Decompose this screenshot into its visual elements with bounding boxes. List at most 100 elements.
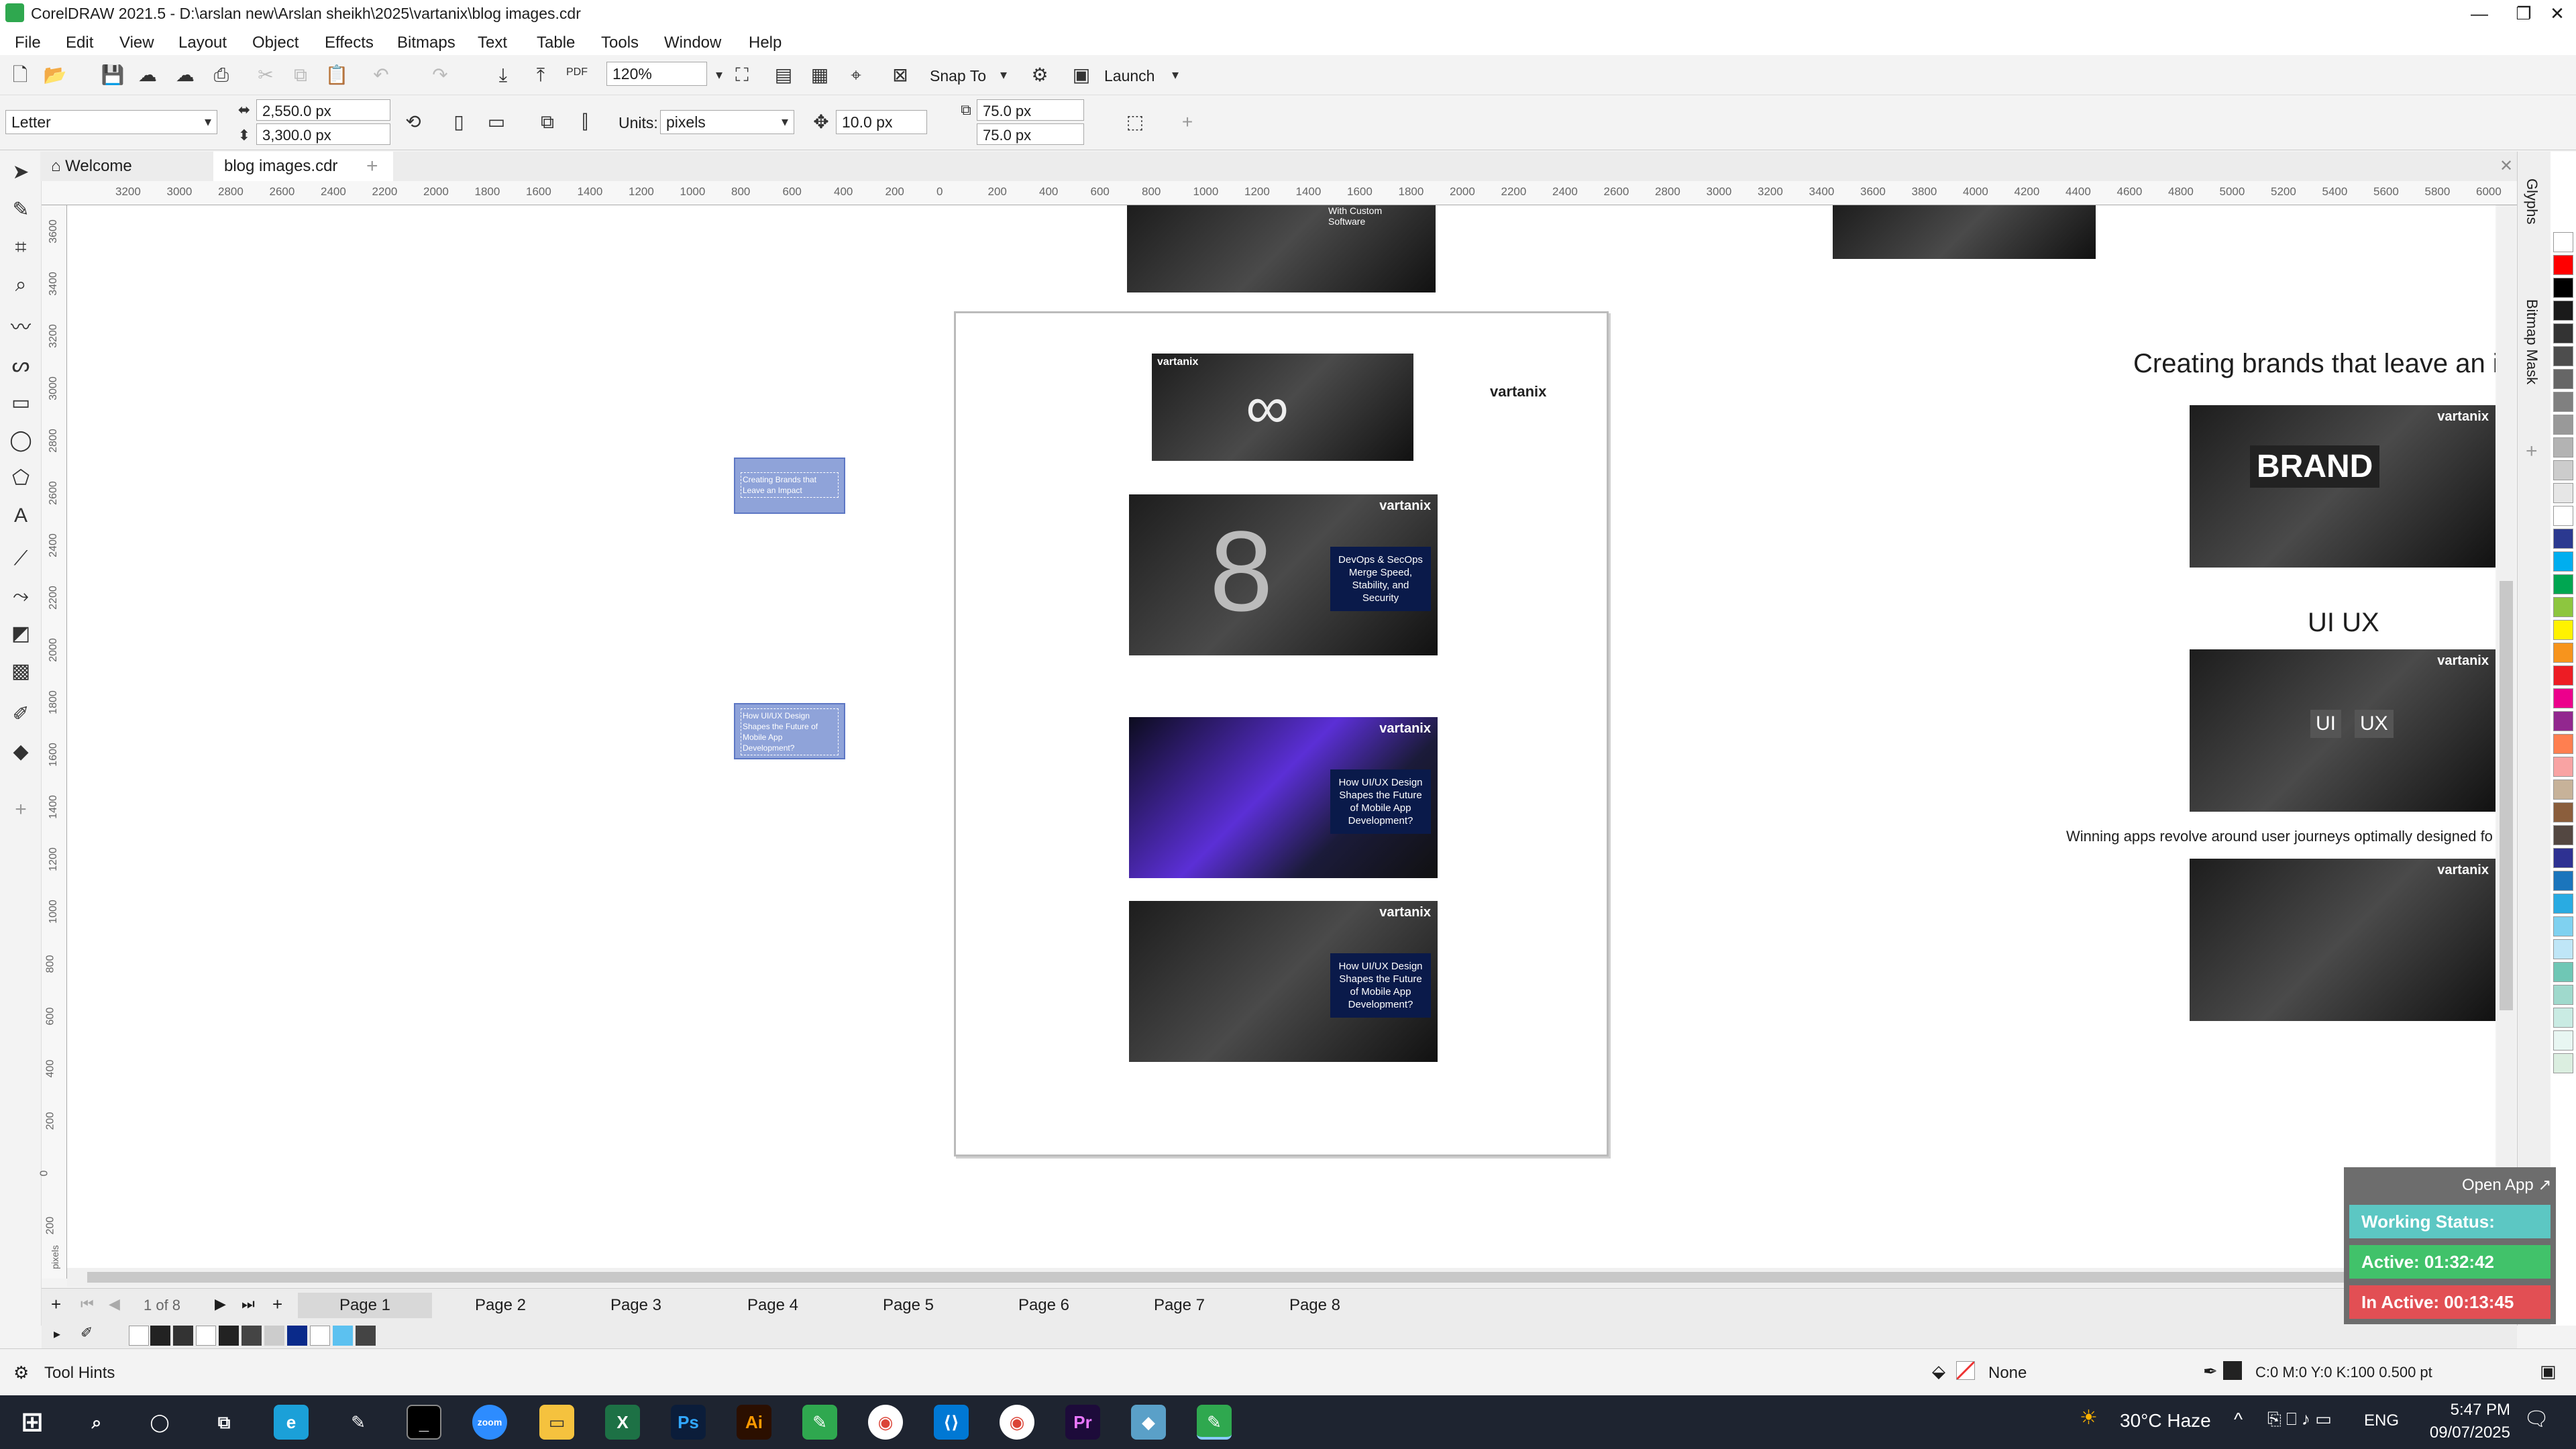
redo-icon[interactable]: ↷ <box>427 62 453 89</box>
page-tab-7[interactable]: Page 7 <box>1112 1293 1246 1318</box>
page-size-select[interactable]: Letter <box>5 110 217 134</box>
current-page-icon[interactable]: ⫿ <box>572 109 598 136</box>
page-tab-6[interactable]: Page 6 <box>977 1293 1111 1318</box>
weather-text[interactable]: 30°C Haze <box>2120 1410 2211 1432</box>
palette-swatch[interactable] <box>2553 962 2573 982</box>
artistic-media-icon[interactable]: ᔕ <box>7 352 35 380</box>
chrome-profile-icon[interactable]: ◉ <box>1000 1405 1034 1440</box>
notification-icon[interactable]: 🗨 <box>2524 1407 2549 1431</box>
all-pages-icon[interactable]: ⟲ <box>400 109 427 136</box>
page-tab-2[interactable]: Page 2 <box>433 1293 568 1318</box>
last-page-icon[interactable]: ⏭ <box>241 1295 255 1313</box>
menu-effects[interactable]: Effects <box>325 34 374 52</box>
polygon-tool-icon[interactable]: ⬠ <box>7 464 35 492</box>
units-chevron-icon[interactable]: ▾ <box>771 109 798 136</box>
add-page-end-icon[interactable]: + <box>272 1294 282 1315</box>
palette-swatch[interactable] <box>2553 757 2573 777</box>
drawing-canvas[interactable]: With Custom Software vartanix ∞ vartanix… <box>67 205 2496 1268</box>
swatch-white[interactable] <box>196 1326 216 1346</box>
horizontal-ruler[interactable]: 3200 3000 2800 2600 2400 2200 2000 1800 1600 1400… <box>42 181 2517 205</box>
windows-start-icon[interactable]: ⊞ <box>15 1405 50 1440</box>
tab-welcome-screen[interactable]: ⌂ Welcome Screen <box>40 152 188 205</box>
palette-eyedropper-icon[interactable]: ✐ <box>80 1324 93 1342</box>
first-page-icon[interactable]: ⏮ <box>80 1295 94 1313</box>
close-button[interactable]: ✕ <box>2532 0 2576 28</box>
nudge-distance-field[interactable]: 10.0 px <box>836 110 927 134</box>
palette-swatch[interactable] <box>2553 597 2573 617</box>
menu-help[interactable]: Help <box>749 34 782 52</box>
horizontal-scrollbar[interactable] <box>67 1268 2496 1287</box>
drop-shadow-icon[interactable]: ◩ <box>7 620 35 648</box>
next-page-icon[interactable]: ▶ <box>215 1295 226 1313</box>
zoom-tool-icon[interactable]: ⌕ <box>7 271 35 299</box>
menu-object[interactable]: Object <box>252 34 299 52</box>
transparency-icon[interactable]: ▩ <box>7 657 35 686</box>
tool-hints-gear-icon[interactable]: ⚙ <box>13 1362 29 1383</box>
snap-off-icon[interactable]: ⊠ <box>887 62 914 89</box>
palette-swatch[interactable] <box>2553 665 2573 686</box>
copy-icon[interactable]: ⧉ <box>287 62 314 89</box>
add-tab-icon[interactable]: + <box>356 152 396 181</box>
grid-icon[interactable]: ▦ <box>806 62 833 89</box>
pick-tool-icon[interactable]: ➤ <box>7 158 35 186</box>
illustrator-icon[interactable]: Ai <box>737 1405 771 1440</box>
palette-swatch[interactable] <box>2553 483 2573 503</box>
fill-none-swatch[interactable] <box>1956 1361 1975 1380</box>
menu-bitmaps[interactable]: Bitmaps <box>397 34 455 52</box>
swatch-gray-1[interactable] <box>241 1326 262 1346</box>
clock-time[interactable]: 5:47 PM <box>2431 1401 2510 1419</box>
ellipse-tool-icon[interactable]: ◯ <box>7 427 35 455</box>
connector-tool-icon[interactable]: ⤳ <box>7 582 35 610</box>
all-pages-size-icon[interactable]: ⧉ <box>534 109 561 136</box>
add-page-start-icon[interactable]: + <box>51 1294 61 1315</box>
swatch-light-blue[interactable] <box>333 1326 353 1346</box>
heading-ui-ux[interactable]: UI UX <box>2308 608 2379 638</box>
palette-swatch[interactable] <box>2553 346 2573 366</box>
save-icon[interactable]: 💾 <box>99 62 126 89</box>
tray-chevron-icon[interactable]: ^ <box>2234 1409 2243 1430</box>
eyedropper-icon[interactable]: ✐ <box>7 700 35 729</box>
page-height-field[interactable]: 3,300.0 px <box>256 123 390 145</box>
palette-swatch[interactable] <box>2553 437 2573 458</box>
heading-creating-brands[interactable]: Creating brands that leave an in <box>2133 349 2496 379</box>
mobile-app-image[interactable]: vartanix <box>2190 859 2496 1021</box>
open-folder-icon[interactable]: 📂 <box>42 62 68 89</box>
print-icon[interactable]: ⎙ <box>208 62 235 89</box>
menu-file[interactable]: File <box>15 34 41 52</box>
import-icon[interactable]: ⤓ <box>490 62 517 89</box>
infinity-devops-image[interactable]: vartanix ∞ <box>1152 354 1413 461</box>
rectangle-tool-icon[interactable]: ▭ <box>7 389 35 417</box>
palette-expand-icon[interactable]: ▸ <box>54 1326 60 1342</box>
cloud-upload-icon[interactable]: ☁ <box>172 62 199 89</box>
palette-swatch[interactable] <box>2553 711 2573 731</box>
add-docker-icon[interactable]: + <box>2526 440 2538 463</box>
pen-app-icon[interactable]: ✎ <box>341 1405 376 1440</box>
coreldraw-active-taskbar-icon[interactable]: ✎ <box>1197 1405 1232 1440</box>
text-frame-uiux[interactable]: How UI/UX Design Shapes the Future of Mo… <box>734 703 845 759</box>
palette-swatch[interactable] <box>2553 643 2573 663</box>
swatch-blue[interactable] <box>287 1326 307 1346</box>
text-frame-brands[interactable]: Creating Brands that Leave an Impact <box>734 458 845 514</box>
palette-swatch[interactable] <box>2553 529 2573 549</box>
palette-swatch[interactable] <box>2553 1008 2573 1028</box>
palette-swatch[interactable] <box>2553 848 2573 868</box>
minimize-button[interactable]: — <box>2454 0 2505 28</box>
palette-swatch[interactable] <box>2553 323 2573 343</box>
uiux-gray-image[interactable]: vartanix How UI/UX Design Shapes the Fut… <box>1129 901 1438 1062</box>
duplicate-x-field[interactable]: 75.0 px <box>977 99 1084 121</box>
snap-to-dropdown[interactable]: Snap To <box>930 67 986 85</box>
robot-image-partial[interactable] <box>1833 205 2096 259</box>
launch-chevron-icon[interactable]: ▾ <box>1162 62 1189 89</box>
uiux-purple-image[interactable]: vartanix How UI/UX Design Shapes the Fut… <box>1129 717 1438 878</box>
brand-image[interactable]: vartanix BRAND <box>2190 405 2496 568</box>
freehand-tool-icon[interactable]: 〰 <box>7 314 35 342</box>
palette-swatch[interactable] <box>2553 1053 2573 1073</box>
palette-swatch[interactable] <box>2553 871 2573 891</box>
swatch-gray-2[interactable] <box>264 1326 284 1346</box>
full-screen-icon[interactable]: ⛶ <box>729 62 755 89</box>
menu-view[interactable]: View <box>119 34 154 52</box>
menu-text[interactable]: Text <box>478 34 507 52</box>
parallel-dimension-icon[interactable]: ⟋ <box>7 545 35 573</box>
bleed-icon[interactable]: ⬚ <box>1122 109 1148 136</box>
palette-swatch[interactable] <box>2553 551 2573 572</box>
